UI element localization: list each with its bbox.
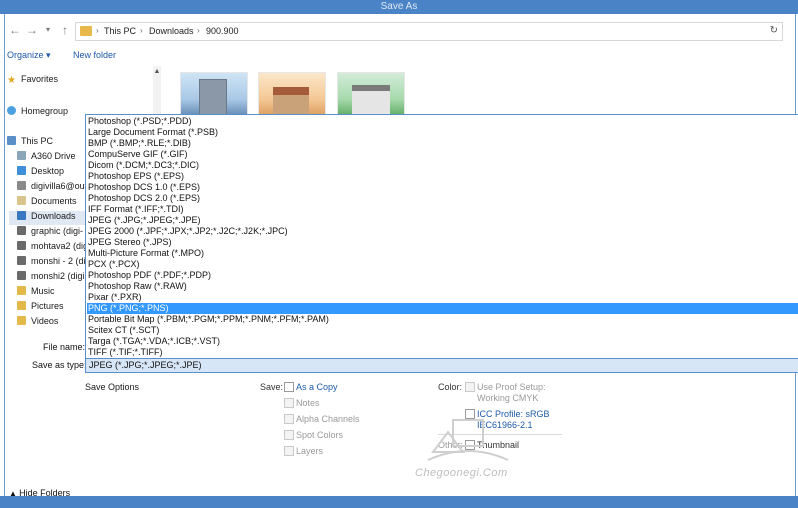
file-type-option[interactable]: Photoshop EPS (*.EPS) xyxy=(87,171,798,182)
navigation-bar: ← → ▾ ↑ › This PC › Downloads › 900.900 … xyxy=(5,20,795,42)
network-drive-icon xyxy=(17,241,26,250)
file-type-option[interactable]: Portable Bit Map (*.PBM;*.PGM;*.PPM;*.PN… xyxy=(87,314,798,325)
watermark-logo xyxy=(427,419,509,461)
forward-arrow-icon[interactable]: → xyxy=(25,23,39,37)
computer-icon xyxy=(7,136,16,145)
save-as-type-label: Save as type: xyxy=(32,360,87,370)
cloud-drive-icon xyxy=(17,151,26,160)
homegroup-icon xyxy=(7,106,16,115)
alpha-channels-checkbox[interactable] xyxy=(284,414,294,424)
window-title: Save As xyxy=(380,1,418,12)
new-folder-button[interactable]: New folder xyxy=(73,50,116,60)
sidebar-item-favorites[interactable]: ★ Favorites xyxy=(7,74,157,88)
breadcrumb-this-pc[interactable]: This PC xyxy=(104,26,136,36)
file-type-option[interactable]: Pixar (*.PXR) xyxy=(87,292,798,303)
network-drive-icon xyxy=(17,271,26,280)
file-type-option[interactable]: CompuServe GIF (*.GIF) xyxy=(87,149,798,160)
up-arrow-icon[interactable]: ↑ xyxy=(58,23,72,37)
file-type-option[interactable]: Multi-Picture Format (*.MPO) xyxy=(87,248,798,259)
downloads-icon xyxy=(17,211,26,220)
file-type-option[interactable]: PNG (*.PNG;*.PNS) xyxy=(87,303,798,314)
image-thumbnail[interactable] xyxy=(337,72,405,118)
scroll-up-icon[interactable]: ▲ xyxy=(153,68,161,75)
use-proof-setup-checkbox[interactable] xyxy=(465,382,475,392)
image-thumbnail[interactable] xyxy=(180,72,248,119)
pictures-icon xyxy=(17,301,26,310)
file-type-option[interactable]: Scitex CT (*.SCT) xyxy=(87,325,798,336)
save-label: Save: xyxy=(260,382,284,392)
file-type-option[interactable]: Photoshop PDF (*.PDF;*.PDP) xyxy=(87,270,798,281)
save-as-type-value: JPEG (*.JPG;*.JPEG;*.JPE) xyxy=(89,360,202,370)
back-arrow-icon[interactable]: ← xyxy=(8,23,22,37)
address-bar[interactable]: › This PC › Downloads › 900.900 ↻ xyxy=(75,22,783,41)
network-drive-icon xyxy=(17,226,26,235)
file-type-option[interactable]: Photoshop DCS 2.0 (*.EPS) xyxy=(87,193,798,204)
as-a-copy-label[interactable]: As a Copy xyxy=(296,382,338,392)
working-cmyk-label: Working CMYK xyxy=(477,393,539,403)
save-options-heading: Save Options xyxy=(85,382,140,392)
refresh-icon[interactable]: ↻ xyxy=(770,25,778,36)
as-a-copy-checkbox[interactable] xyxy=(284,382,294,392)
file-type-option[interactable]: Photoshop Raw (*.RAW) xyxy=(87,281,798,292)
documents-icon xyxy=(17,196,26,205)
image-thumbnail[interactable] xyxy=(258,72,326,119)
file-type-option[interactable]: IFF Format (*.IFF;*.TDI) xyxy=(87,204,798,215)
notes-label: Notes xyxy=(296,398,320,408)
file-type-option[interactable]: Photoshop (*.PSD;*.PDD) xyxy=(87,116,798,127)
file-type-option[interactable]: JPEG (*.JPG;*.JPEG;*.JPE) xyxy=(87,215,798,226)
color-label: Color: xyxy=(438,382,463,392)
file-type-dropdown-list[interactable]: Photoshop (*.PSD;*.PDD) Large Document Fo… xyxy=(85,114,798,359)
file-type-option[interactable]: TIFF (*.TIF;*.TIFF) xyxy=(87,347,798,358)
watermark-text: Chegoonegi.Com xyxy=(415,467,508,479)
organize-button[interactable]: Organize ▾ xyxy=(7,50,51,61)
title-bar: Save As xyxy=(0,0,798,14)
file-type-option[interactable]: Dicom (*.DCM;*.DC3;*.DIC) xyxy=(87,160,798,171)
user-folder-icon xyxy=(17,181,26,190)
file-type-option[interactable]: JPEG 2000 (*.JPF;*.JPX;*.JP2;*.J2C;*.J2K… xyxy=(87,226,798,237)
breadcrumb-900-900[interactable]: 900.900 xyxy=(206,26,239,36)
notes-checkbox[interactable] xyxy=(284,398,294,408)
videos-icon xyxy=(17,316,26,325)
network-drive-icon xyxy=(17,256,26,265)
save-as-dialog: Save As ← → ▾ ↑ › This PC › Downloads › … xyxy=(0,0,798,508)
star-icon: ★ xyxy=(7,75,16,86)
history-dropdown-icon[interactable]: ▾ xyxy=(41,23,55,37)
file-type-option[interactable]: BMP (*.BMP;*.RLE;*.DIB) xyxy=(87,138,798,149)
file-type-option[interactable]: Photoshop DCS 1.0 (*.EPS) xyxy=(87,182,798,193)
file-type-option[interactable]: Targa (*.TGA;*.VDA;*.ICB;*.VST) xyxy=(87,336,798,347)
layers-label: Layers xyxy=(296,446,324,456)
bottom-frame xyxy=(0,496,798,508)
spot-colors-label: Spot Colors xyxy=(296,430,344,440)
music-icon xyxy=(17,286,26,295)
use-proof-setup-label: Use Proof Setup: xyxy=(477,382,546,392)
folder-icon xyxy=(80,26,92,36)
toolbar: Organize ▾ New folder xyxy=(5,44,795,66)
save-as-type-select[interactable]: JPEG (*.JPG;*.JPEG;*.JPE) xyxy=(85,358,798,373)
spot-colors-checkbox[interactable] xyxy=(284,430,294,440)
file-type-option[interactable]: JPEG Stereo (*.JPS) xyxy=(87,237,798,248)
file-type-option[interactable]: PCX (*.PCX) xyxy=(87,259,798,270)
breadcrumb-downloads[interactable]: Downloads xyxy=(149,26,194,36)
file-name-label: File name: xyxy=(43,342,86,352)
dialog-body: ← → ▾ ↑ › This PC › Downloads › 900.900 … xyxy=(4,14,798,500)
folder-icon xyxy=(17,166,26,175)
file-type-option[interactable]: Large Document Format (*.PSB) xyxy=(87,127,798,138)
alpha-channels-label: Alpha Channels xyxy=(296,414,360,424)
layers-checkbox[interactable] xyxy=(284,446,294,456)
